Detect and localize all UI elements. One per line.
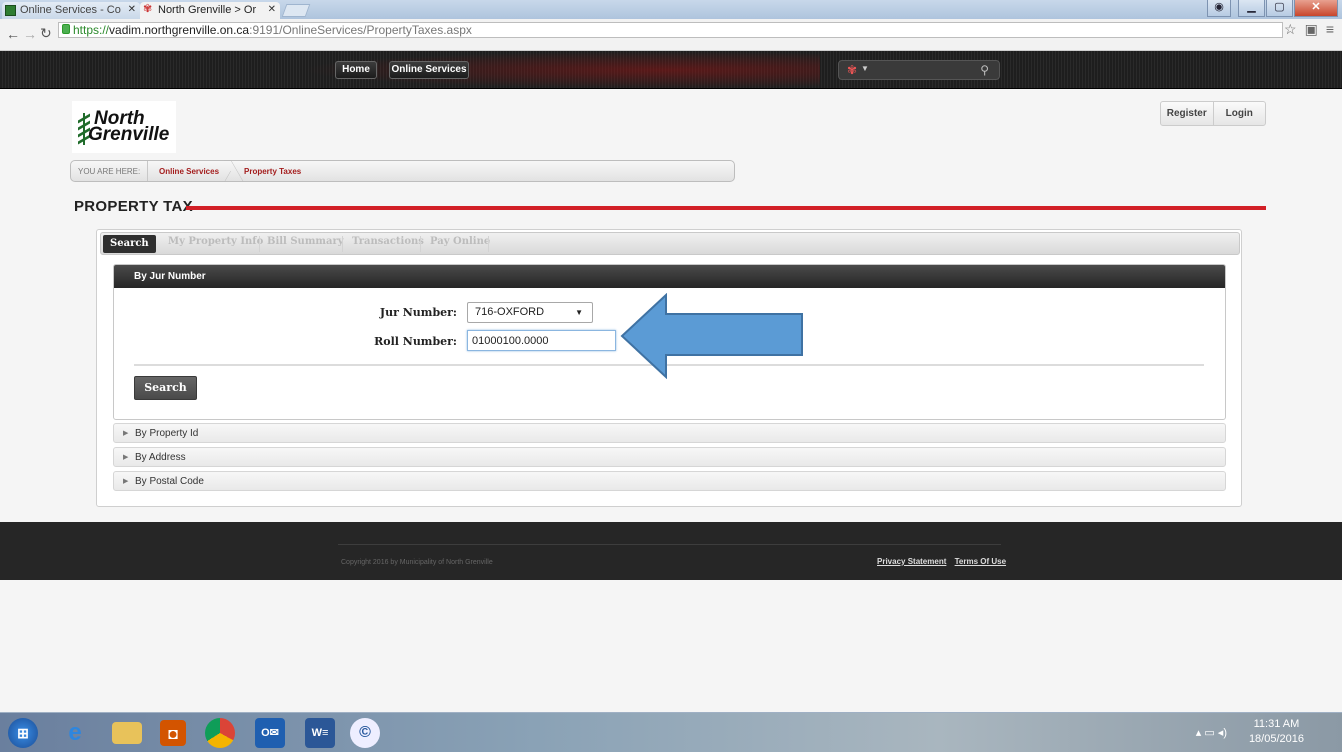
breadcrumb: YOU ARE HERE: Online Services Property T… — [70, 160, 735, 182]
property-tabs: Search My Property Info Bill Summary Tra… — [100, 232, 1240, 255]
chrome-icon[interactable] — [205, 718, 235, 748]
window-controls: ◉ ▁ ▢ ✕ — [1207, 0, 1338, 18]
chevron-right-icon: ▶ — [123, 454, 129, 461]
terms-of-use-link[interactable]: Terms Of Use — [955, 557, 1006, 566]
north-grenville-logo[interactable]: North Grenville — [72, 101, 176, 153]
roll-number-input[interactable] — [467, 330, 616, 351]
chevron-down-icon[interactable]: ▼ — [861, 64, 869, 73]
favicon-icon — [5, 5, 16, 16]
menu-icon[interactable]: ≡ — [1326, 21, 1334, 38]
address-bar[interactable]: https://vadim.northgrenville.on.ca:9191/… — [58, 22, 1283, 38]
extension-icon[interactable]: ▣ — [1305, 21, 1318, 38]
page-title: PROPERTY TAX — [74, 198, 193, 215]
chevron-right-icon: ▶ — [123, 478, 129, 485]
tab-divider — [342, 236, 343, 252]
breadcrumb-separator — [217, 171, 231, 182]
accordion-by-property-id[interactable]: ▶ By Property Id — [113, 423, 1226, 443]
url-host: vadim.northgrenville.on.ca — [109, 23, 250, 37]
forward-icon[interactable]: → — [23, 26, 37, 42]
logo-text-line2: Grenville — [88, 124, 170, 145]
chevron-down-icon: ▼ — [575, 308, 583, 317]
auth-buttons: Register Login — [1160, 101, 1266, 126]
jur-number-select[interactable]: 716-OXFORD ▼ — [467, 302, 593, 323]
browser-tab-online-services[interactable]: Online Services - Co ✕ — [2, 2, 140, 19]
close-tab-icon[interactable]: ✕ — [268, 2, 276, 18]
search-button[interactable]: Search — [134, 376, 197, 400]
minimize-button[interactable]: ▁ — [1238, 0, 1265, 17]
accordion-by-postal-code[interactable]: ▶ By Postal Code — [113, 471, 1226, 491]
clock-date: 18/05/2016 — [1248, 733, 1304, 745]
annotation-arrow-icon — [620, 293, 803, 379]
site-footer: Copyright 2016 by Municipality of North … — [0, 522, 1342, 580]
chevron-right-icon: ▶ — [123, 430, 129, 437]
copyright-text: Copyright 2016 by Municipality of North … — [341, 559, 493, 566]
office-icon[interactable]: ◘ — [160, 720, 186, 746]
reload-icon[interactable]: ↻ — [40, 25, 52, 42]
browser-toolbar: ← → ↻ https://vadim.northgrenville.on.ca… — [0, 19, 1342, 51]
roll-number-label: Roll Number: — [374, 335, 457, 348]
section-header[interactable]: By Jur Number — [114, 265, 1225, 288]
browser-tab-north-grenville[interactable]: ✾ North Grenville > Or ✕ — [140, 2, 280, 19]
accordion-label: By Postal Code — [135, 476, 204, 487]
jur-number-value: 716-OXFORD — [475, 306, 545, 318]
tab-transactions[interactable]: Transactions — [352, 236, 424, 247]
user-icon[interactable]: ◉ — [1207, 0, 1231, 17]
jur-number-label: Jur Number: — [379, 306, 457, 319]
browser-tab-label: Online Services - Co — [20, 4, 121, 16]
system-tray-icons[interactable]: ▴ ▭ ◂) — [1196, 726, 1227, 739]
language-icon[interactable]: ✾ — [847, 63, 857, 77]
clock[interactable]: 11:31 AM 18/05/2016 — [1249, 717, 1304, 747]
tab-bill-summary[interactable]: Bill Summary — [267, 236, 344, 247]
new-tab-button[interactable] — [281, 4, 311, 17]
tab-divider — [488, 236, 489, 252]
login-button[interactable]: Login — [1214, 102, 1266, 125]
site-navigation: Home Online Services ✾ ▼ ⚲ — [0, 51, 1342, 89]
word-icon[interactable]: W≡ — [305, 718, 335, 748]
browser-tab-label: North Grenville > Or — [158, 4, 257, 16]
breadcrumb-divider — [147, 161, 148, 181]
close-tab-icon[interactable]: ✕ — [128, 2, 136, 18]
breadcrumb-property-taxes[interactable]: Property Taxes — [244, 167, 301, 176]
footer-links: Privacy Statement Terms Of Use — [877, 557, 1012, 566]
nav-home-button[interactable]: Home — [335, 61, 377, 79]
breadcrumb-label: YOU ARE HERE: — [78, 167, 141, 176]
back-icon[interactable]: ← — [6, 26, 20, 42]
privacy-statement-link[interactable]: Privacy Statement — [877, 557, 946, 566]
url-scheme: https:// — [73, 23, 110, 37]
title-accent-line — [186, 206, 1266, 210]
internet-explorer-icon[interactable]: e — [60, 718, 90, 748]
tab-divider — [420, 236, 421, 252]
favicon-icon: ✾ — [143, 3, 153, 15]
url-path: :9191/OnlineServices/PropertyTaxes.aspx — [249, 23, 472, 37]
footer-divider — [338, 544, 1001, 545]
file-explorer-icon[interactable] — [112, 722, 142, 744]
accordion-label: By Property Id — [135, 428, 199, 439]
clock-time: 11:31 AM — [1253, 718, 1300, 730]
register-button[interactable]: Register — [1161, 102, 1214, 125]
close-window-button[interactable]: ✕ — [1294, 0, 1338, 17]
windows-taskbar: ⊞ e ◘ O✉ W≡ © ▴ ▭ ◂) 11:31 AM 18/05/2016 — [0, 712, 1342, 752]
search-icon[interactable]: ⚲ — [980, 63, 989, 77]
ic-app-icon[interactable]: © — [350, 718, 380, 748]
breadcrumb-online-services[interactable]: Online Services — [159, 167, 219, 176]
nav-online-services-button[interactable]: Online Services — [389, 61, 469, 79]
tab-divider — [259, 236, 260, 252]
bookmark-star-icon[interactable]: ☆ — [1284, 21, 1297, 38]
outlook-icon[interactable]: O✉ — [255, 718, 285, 748]
maximize-button[interactable]: ▢ — [1266, 0, 1293, 17]
section-title: By Jur Number — [134, 271, 206, 282]
accordion-by-address[interactable]: ▶ By Address — [113, 447, 1226, 467]
toolbar-actions: ☆ ▣ ≡ — [1284, 21, 1334, 38]
tab-search[interactable]: Search — [103, 235, 156, 253]
tab-pay-online[interactable]: Pay Online — [430, 236, 490, 247]
lock-icon — [62, 24, 70, 34]
accordion-label: By Address — [135, 452, 186, 463]
site-search-box[interactable]: ✾ ▼ ⚲ — [838, 60, 1000, 80]
tab-my-property-info[interactable]: My Property Info — [168, 236, 263, 247]
start-button-icon[interactable]: ⊞ — [8, 718, 38, 748]
nav-glow — [300, 51, 820, 89]
browser-tab-strip: Online Services - Co ✕ ✾ North Grenville… — [0, 0, 1342, 19]
